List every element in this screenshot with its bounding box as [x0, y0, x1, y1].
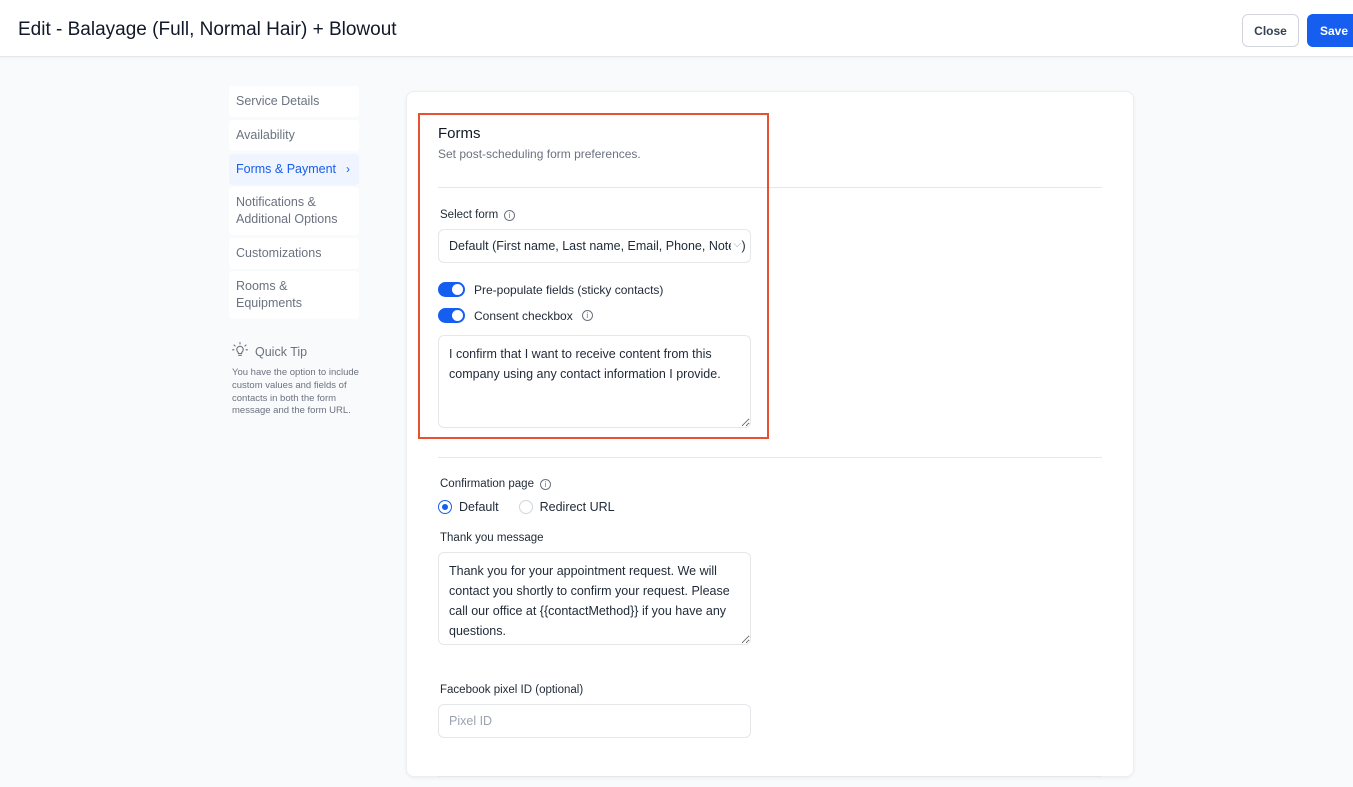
save-button[interactable]: Save	[1307, 14, 1353, 47]
confirmation-page-label: Confirmation page i	[440, 478, 551, 490]
sidebar-item-label: Availability	[236, 128, 295, 142]
quick-tip-header: Quick Tip	[231, 341, 307, 362]
radio-redirect-url[interactable]	[518, 500, 533, 514]
sidebar-item-customizations[interactable]: Customizations	[229, 238, 359, 269]
facebook-pixel-label-text: Facebook pixel ID (optional)	[440, 684, 584, 696]
sidebar-item-notifications[interactable]: Notifications & Additional Options	[229, 187, 359, 235]
quick-tip-title: Quick Tip	[255, 344, 308, 359]
sidebar-item-label: Notifications & Additional Options	[236, 195, 338, 226]
radio-default[interactable]	[438, 500, 452, 514]
sidebar-item-label: Service Details	[236, 94, 320, 108]
sidebar-item-forms-payment[interactable]: Forms & Payment ›	[229, 154, 359, 185]
lightbulb-icon	[231, 341, 249, 362]
thank-you-message-field[interactable]: Thank you for your appointment request. …	[438, 552, 751, 645]
highlight-box	[418, 113, 769, 439]
confirmation-page-options: Default Redirect URL	[438, 500, 615, 514]
pixel-id-input[interactable]	[438, 704, 751, 738]
thank-you-message-label: Thank you message	[440, 532, 544, 544]
sidebar-item-label: Rooms & Equipments	[236, 279, 303, 310]
chevron-right-icon: ›	[346, 162, 350, 176]
info-icon[interactable]: i	[539, 478, 551, 490]
section-divider	[438, 457, 1102, 458]
sidebar-item-availability[interactable]: Availability	[229, 120, 359, 151]
sidebar-item-rooms-equipments[interactable]: Rooms & Equipments	[229, 271, 359, 319]
facebook-pixel-label: Facebook pixel ID (optional)	[440, 684, 583, 696]
thank-you-message-label-text: Thank you message	[440, 532, 544, 544]
section-divider	[438, 776, 1102, 777]
sidebar-item-label: Forms & Payment	[236, 162, 337, 176]
page-title: Edit - Balayage (Full, Normal Hair) + Bl…	[18, 19, 397, 40]
confirmation-page-label-text: Confirmation page	[440, 478, 534, 490]
sidebar-item-service-details[interactable]: Service Details	[229, 86, 359, 117]
quick-tip-text: You have the option to include custom va…	[232, 367, 359, 417]
close-button[interactable]: Close	[1242, 14, 1299, 47]
sidebar-item-label: Customizations	[236, 246, 322, 260]
top-bar: Edit - Balayage (Full, Normal Hair) + Bl…	[0, 0, 1353, 57]
radio-default-label: Default	[459, 500, 499, 514]
radio-redirect-url-label: Redirect URL	[539, 500, 615, 514]
